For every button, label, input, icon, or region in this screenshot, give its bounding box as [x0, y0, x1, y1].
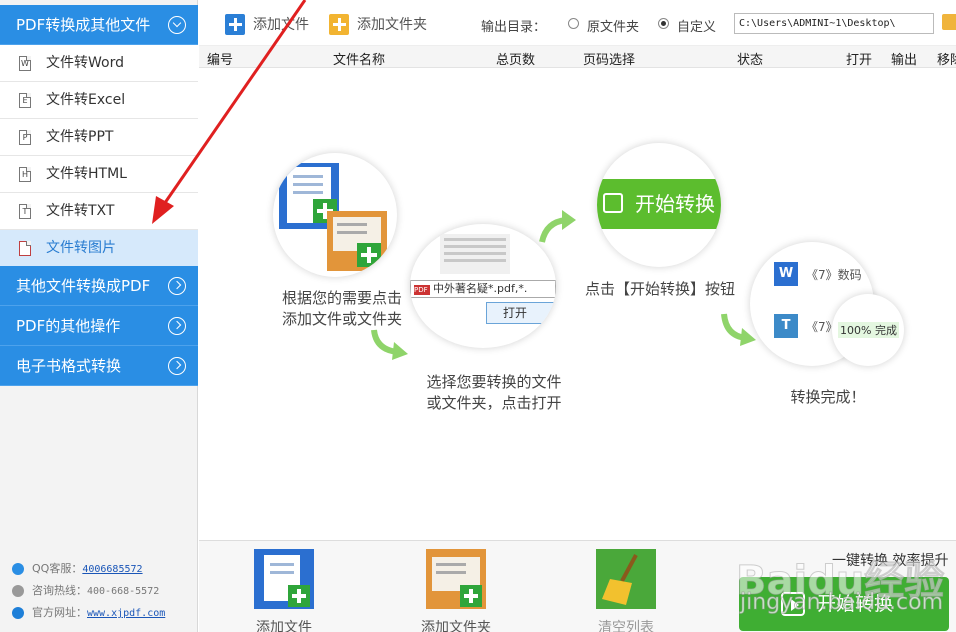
radio-custom-label: 自定义	[677, 20, 717, 35]
col-status: 状态	[737, 53, 764, 68]
image-file-icon	[19, 241, 31, 256]
app-window: PDF转换成其他文件 W 文件转Word E 文件转Excel P 文件转PPT…	[0, 0, 956, 632]
green-arrow-icon	[539, 210, 576, 243]
clear-list-label: 清空列表	[598, 620, 654, 632]
col-open: 打开	[846, 53, 873, 68]
ie-icon	[12, 607, 24, 619]
plus-folder-icon	[329, 14, 349, 35]
chevron-right-icon	[168, 357, 186, 375]
contact-label: QQ客服：	[32, 562, 83, 575]
clear-list-button[interactable]: 清空列表	[581, 549, 671, 632]
progress-percent: 100%	[840, 324, 872, 337]
file-name-field: PDF 中外著名疑*.pdf,*.	[410, 280, 556, 298]
col-filename: 文件名称	[333, 53, 386, 68]
add-folder-label: 添加文件夹	[357, 17, 427, 33]
step3-illustration: 开始转换	[597, 143, 721, 267]
website-link[interactable]: www.xjpdf.com	[87, 608, 165, 619]
play-icon	[603, 193, 623, 213]
sidebar-section-ebook[interactable]: 电子书格式转换	[0, 346, 198, 386]
step3-caption: 点击【开始转换】按钮	[584, 280, 735, 298]
step4-caption: 转换完成！	[790, 388, 866, 406]
bottom-add-file-button[interactable]: 添加文件	[239, 549, 329, 632]
phone-icon	[12, 585, 24, 597]
caption-line: 根据您的需要点击	[281, 289, 402, 307]
sidebar-item-label: 文件转TXT	[46, 203, 115, 219]
bottom-add-file-label: 添加文件	[256, 620, 312, 632]
toolbar: 添加文件 添加文件夹 输出目录： 原文件夹 自定义 C:\Users\ADMIN…	[199, 0, 956, 46]
progress-bubble: 100% 完成	[832, 294, 904, 366]
contact-qq: QQ客服：4006685572	[12, 560, 143, 578]
file-browser-preview	[440, 234, 510, 274]
qq-icon	[12, 563, 24, 575]
start-button-preview: 开始转换	[597, 179, 721, 229]
chevron-right-icon	[168, 277, 186, 295]
col-output: 输出	[891, 53, 918, 68]
sidebar-item-label: 文件转图片	[46, 240, 116, 256]
html-file-icon: H	[19, 167, 31, 182]
sidebar-section-label: PDF的其他操作	[16, 317, 121, 335]
sidebar-item-label: 文件转Word	[46, 55, 124, 71]
sidebar-item-label: 文件转Excel	[46, 92, 126, 108]
green-arrow-icon	[371, 329, 408, 360]
sidebar-section-pdf-other-ops[interactable]: PDF的其他操作	[0, 306, 198, 346]
caption-line: 选择您要转换的文件	[426, 373, 562, 391]
open-button-preview: 打开	[486, 302, 556, 324]
file-name-text: 中外著名疑	[433, 282, 488, 295]
sidebar-section-label: 电子书格式转换	[16, 357, 122, 375]
pdf-icon: PDF	[414, 285, 430, 295]
caption-line: 或文件夹，点击打开	[426, 394, 562, 412]
output-dir-label: 输出目录：	[481, 20, 547, 35]
bottom-add-folder-button[interactable]: 添加文件夹	[411, 549, 501, 632]
progress-status: 完成	[874, 324, 897, 337]
radio-original-label: 原文件夹	[587, 20, 640, 35]
word-file-icon: W	[19, 56, 31, 71]
add-folder-big-icon	[426, 549, 486, 609]
col-total-pages: 总页数	[496, 53, 536, 68]
contact-site: 官方网址：www.xjpdf.com	[12, 604, 165, 622]
step1-caption: 根据您的需要点击 添加文件或文件夹	[254, 288, 430, 330]
contact-phone: 咨询热线：400-668-5572	[12, 582, 159, 600]
col-page-select: 页码选择	[583, 53, 636, 68]
step2-caption: 选择您要转换的文件 或文件夹，点击打开	[410, 372, 578, 414]
txt-icon: T	[774, 314, 798, 338]
contact-label: 咨询热线：	[32, 584, 87, 597]
phone-number: 400-668-5572	[87, 586, 160, 597]
ppt-file-icon: P	[19, 130, 31, 145]
bottom-add-folder-label: 添加文件夹	[421, 620, 491, 632]
sidebar-section-label: 其他文件转换成PDF	[16, 277, 151, 295]
add-file-big-icon	[254, 549, 314, 609]
broom-icon	[596, 549, 656, 609]
col-remove: 移除	[937, 53, 956, 68]
txt-file-icon: T	[19, 204, 31, 219]
radio-custom[interactable]	[658, 18, 669, 29]
file-ext-text: *.pdf,*.	[488, 282, 528, 295]
sidebar-section-other-to-pdf[interactable]: 其他文件转换成PDF	[0, 266, 198, 306]
folder-browse-icon[interactable]	[942, 14, 956, 30]
progress-text: 100% 完成	[838, 322, 899, 338]
excel-file-icon: E	[19, 93, 31, 108]
chevron-right-icon	[168, 317, 186, 335]
qq-link[interactable]: 4006685572	[82, 564, 142, 575]
contact-label: 官方网址：	[32, 606, 87, 619]
sidebar-item-image[interactable]: 文件转图片	[0, 230, 198, 267]
add-folder-button[interactable]: 添加文件夹	[329, 14, 427, 36]
sidebar-item-label: 文件转HTML	[46, 166, 127, 182]
start-preview-label: 开始转换	[635, 192, 715, 216]
word-icon: W	[774, 262, 798, 286]
sidebar-section-label: PDF转换成其他文件	[16, 16, 151, 34]
watermark-url: jingyan.baidu.com	[739, 590, 944, 616]
sidebar-item-label: 文件转PPT	[46, 129, 114, 145]
radio-original-folder[interactable]	[568, 18, 579, 29]
red-pointer-arrow-icon	[152, 0, 307, 224]
output-path-input[interactable]: C:\Users\ADMINI~1\Desktop\	[734, 13, 934, 34]
file-table-header: 编号 文件名称 总页数 页码选择 状态 打开 输出 移除	[199, 46, 956, 68]
step2-illustration: PDF 中外著名疑*.pdf,*. 打开	[410, 224, 556, 348]
result-file-1: 《7》数码	[806, 268, 862, 282]
